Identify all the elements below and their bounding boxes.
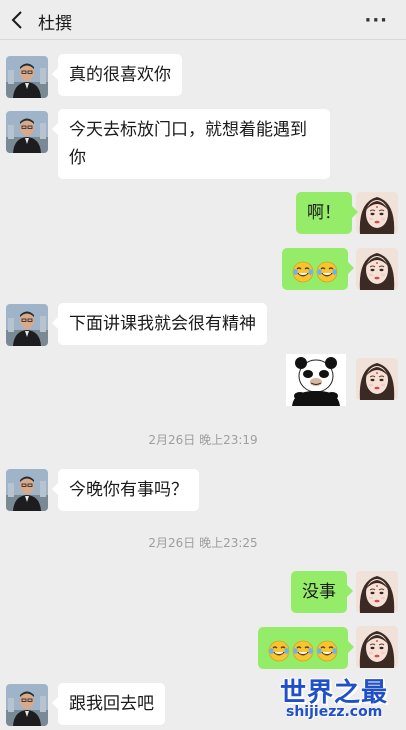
outgoing-message-bubble[interactable]: 啊！: [296, 192, 358, 234]
outgoing-message-bubble[interactable]: 没事: [291, 571, 353, 613]
message-text: 下面讲课我就会很有精神: [69, 314, 256, 334]
self-avatar[interactable]: [356, 192, 398, 234]
contact-avatar[interactable]: [6, 56, 48, 98]
laugh-cry-icon: [268, 640, 290, 662]
chat-title: 杜撰: [38, 14, 72, 34]
watermark-url: shijiezz.com: [286, 704, 383, 720]
self-avatar[interactable]: [356, 571, 398, 613]
message-text: 没事: [302, 582, 336, 602]
incoming-message-bubble[interactable]: 今晚你有事吗？: [52, 469, 199, 511]
message-timestamp: 2月26日 晚上23:19: [148, 433, 258, 447]
message-text: 跟我回去吧: [69, 694, 154, 714]
chevron-left-icon[interactable]: [8, 9, 28, 31]
outgoing-emoji-bubble[interactable]: [258, 627, 354, 669]
self-avatar[interactable]: [356, 248, 398, 290]
message-text: 啊！: [307, 203, 341, 223]
incoming-message-bubble[interactable]: 真的很喜欢你: [52, 54, 182, 96]
self-avatar[interactable]: [356, 626, 398, 668]
panda-meme-sticker[interactable]: [286, 354, 346, 406]
contact-avatar[interactable]: [6, 684, 48, 726]
contact-avatar[interactable]: [6, 304, 48, 346]
laugh-cry-icon: [316, 261, 338, 283]
laugh-cry-icon: [292, 261, 314, 283]
self-avatar[interactable]: [356, 358, 398, 400]
contact-avatar[interactable]: [6, 469, 48, 511]
contact-avatar[interactable]: [6, 111, 48, 153]
message-text: 今晚你有事吗？: [69, 480, 188, 500]
incoming-message-bubble[interactable]: 跟我回去吧: [52, 683, 165, 725]
outgoing-emoji-bubble[interactable]: [282, 248, 354, 290]
incoming-message-bubble[interactable]: 今天去标放门口，就想着能遇到你: [52, 109, 330, 179]
message-timestamp: 2月26日 晚上23:25: [148, 536, 258, 550]
message-text: 今天去标放门口，就想着能遇到你: [69, 120, 307, 168]
laugh-cry-icon: [292, 640, 314, 662]
chat-header: 杜撰 ···: [0, 0, 406, 40]
incoming-message-bubble[interactable]: 下面讲课我就会很有精神: [52, 303, 267, 345]
laugh-cry-icon: [316, 640, 338, 662]
message-text: 真的很喜欢你: [69, 65, 171, 85]
more-dots-icon[interactable]: ···: [364, 10, 388, 31]
site-watermark: 世界之最 shijiezz.com: [280, 672, 400, 726]
